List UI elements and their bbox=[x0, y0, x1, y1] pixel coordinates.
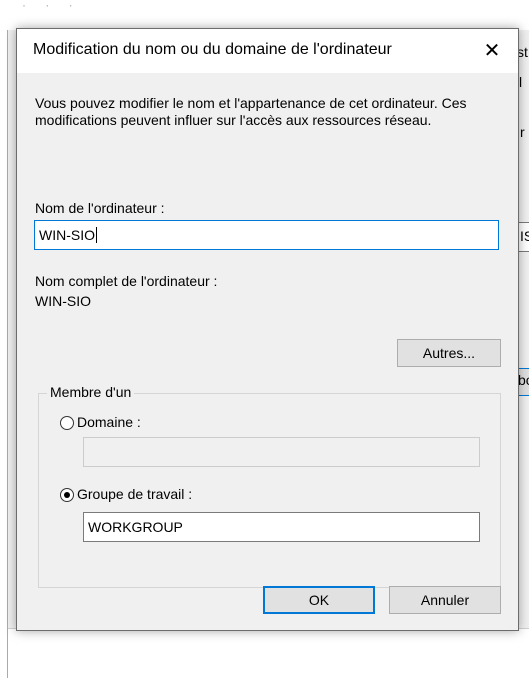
dialog-titlebar: Modification du nom ou du domaine de l'o… bbox=[17, 29, 518, 73]
full-name-label: Nom complet de l'ordinateur : bbox=[35, 273, 218, 289]
workgroup-label[interactable]: Groupe de travail : bbox=[77, 486, 192, 502]
domain-label[interactable]: Domaine : bbox=[77, 414, 141, 430]
workgroup-radio[interactable] bbox=[60, 488, 74, 502]
computer-name-dialog: Modification du nom ou du domaine de l'o… bbox=[16, 28, 519, 631]
more-button[interactable]: Autres... bbox=[397, 339, 501, 367]
ok-button[interactable]: OK bbox=[263, 586, 375, 614]
computer-name-label: Nom de l'ordinateur : bbox=[35, 200, 165, 216]
background-text-fragment: r bbox=[520, 124, 525, 140]
computer-name-input[interactable]: WIN-SIO bbox=[34, 220, 499, 250]
dialog-title: Modification du nom ou du domaine de l'o… bbox=[33, 41, 392, 58]
domain-radio[interactable] bbox=[60, 416, 74, 430]
cancel-button[interactable]: Annuler bbox=[389, 586, 501, 614]
dialog-description: Vous pouvez modifier le nom et l'apparte… bbox=[35, 95, 467, 128]
full-name-value: WIN-SIO bbox=[35, 293, 91, 309]
background-text-fragment: IS bbox=[520, 228, 529, 244]
background-top-text: · · · bbox=[22, 0, 81, 10]
membership-legend: Membre d'un bbox=[47, 384, 135, 400]
text-caret bbox=[96, 227, 97, 243]
workgroup-input[interactable]: WORKGROUP bbox=[83, 512, 480, 542]
domain-input[interactable] bbox=[83, 437, 480, 467]
background-text-fragment: bo bbox=[518, 372, 529, 388]
radio-selected-dot bbox=[64, 492, 70, 498]
computer-name-value: WIN-SIO bbox=[39, 227, 95, 243]
background-bottom-panel bbox=[8, 628, 529, 679]
close-icon[interactable]: ✕ bbox=[478, 37, 506, 65]
background-text-fragment: l bbox=[519, 74, 523, 90]
